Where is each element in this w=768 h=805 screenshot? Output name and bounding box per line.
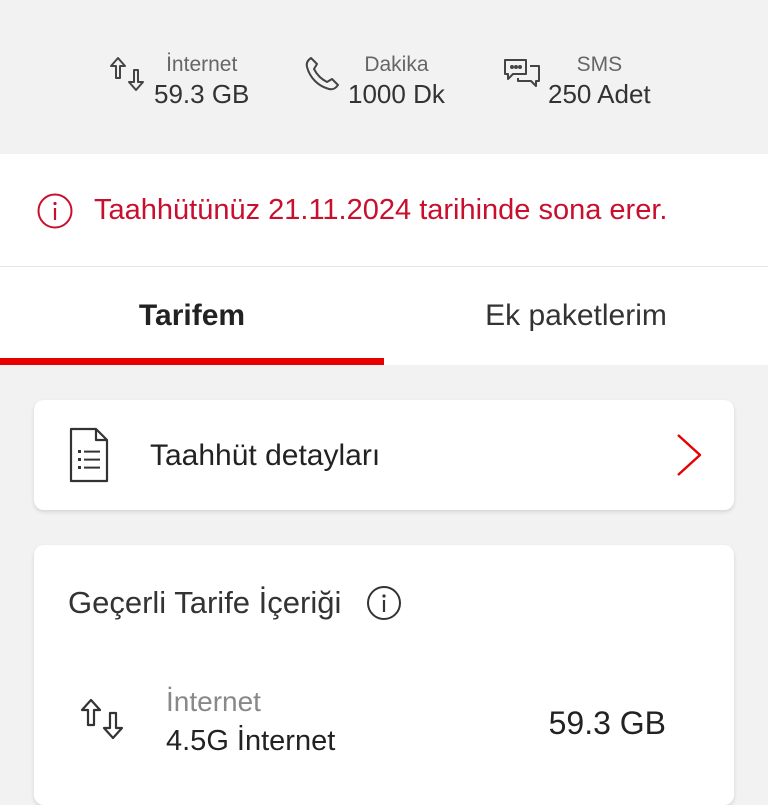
tariff-row-name: İnternet	[166, 686, 261, 717]
chat-bubbles-icon	[504, 59, 540, 87]
data-transfer-icon	[110, 57, 144, 91]
summary-item-sms: SMS 250 Adet	[502, 52, 651, 110]
commitment-alert-text: Taahhütünüz 21.11.2024 tarihinde sona er…	[94, 194, 668, 226]
current-tariff-card: Geçerli Tarife İçeriği İnternet 4.5G İnt…	[34, 545, 734, 805]
active-tab-indicator	[0, 358, 384, 365]
commitment-alert-banner: Taahhütünüz 21.11.2024 tarihinde sona er…	[0, 154, 768, 267]
data-transfer-icon	[80, 698, 124, 740]
summary-item-internet: İnternet 59.3 GB	[108, 52, 249, 110]
tab-ek-paketlerim[interactable]: Ek paketlerim	[384, 267, 768, 365]
summary-label: İnternet	[166, 53, 238, 76]
chevron-right-icon	[677, 434, 702, 476]
summary-value: 250 Adet	[548, 79, 651, 109]
tariff-card-title: Geçerli Tarife İçeriği	[68, 585, 342, 620]
summary-label: Dakika	[364, 53, 429, 76]
summary-label: SMS	[576, 53, 623, 76]
tariff-row-value: 59.3 GB	[548, 705, 666, 741]
commitment-details-card[interactable]: Taahhüt detayları	[34, 400, 734, 510]
commitment-details-label: Taahhüt detayları	[150, 439, 381, 472]
document-icon	[69, 427, 109, 483]
usage-summary: İnternet 59.3 GB Dakika 1000 Dk SMS 250 …	[0, 0, 768, 152]
tab-bar: Tarifem Ek paketlerim	[0, 267, 768, 365]
phone-icon	[305, 57, 339, 91]
info-alert-icon	[37, 193, 73, 229]
summary-value: 59.3 GB	[154, 79, 250, 109]
tab-tarifem[interactable]: Tarifem	[0, 267, 384, 365]
summary-value: 1000 Dk	[348, 79, 445, 109]
summary-item-minutes: Dakika 1000 Dk	[302, 52, 445, 110]
tariff-row-subtitle: 4.5G İnternet	[166, 725, 336, 757]
info-icon[interactable]	[366, 585, 402, 621]
